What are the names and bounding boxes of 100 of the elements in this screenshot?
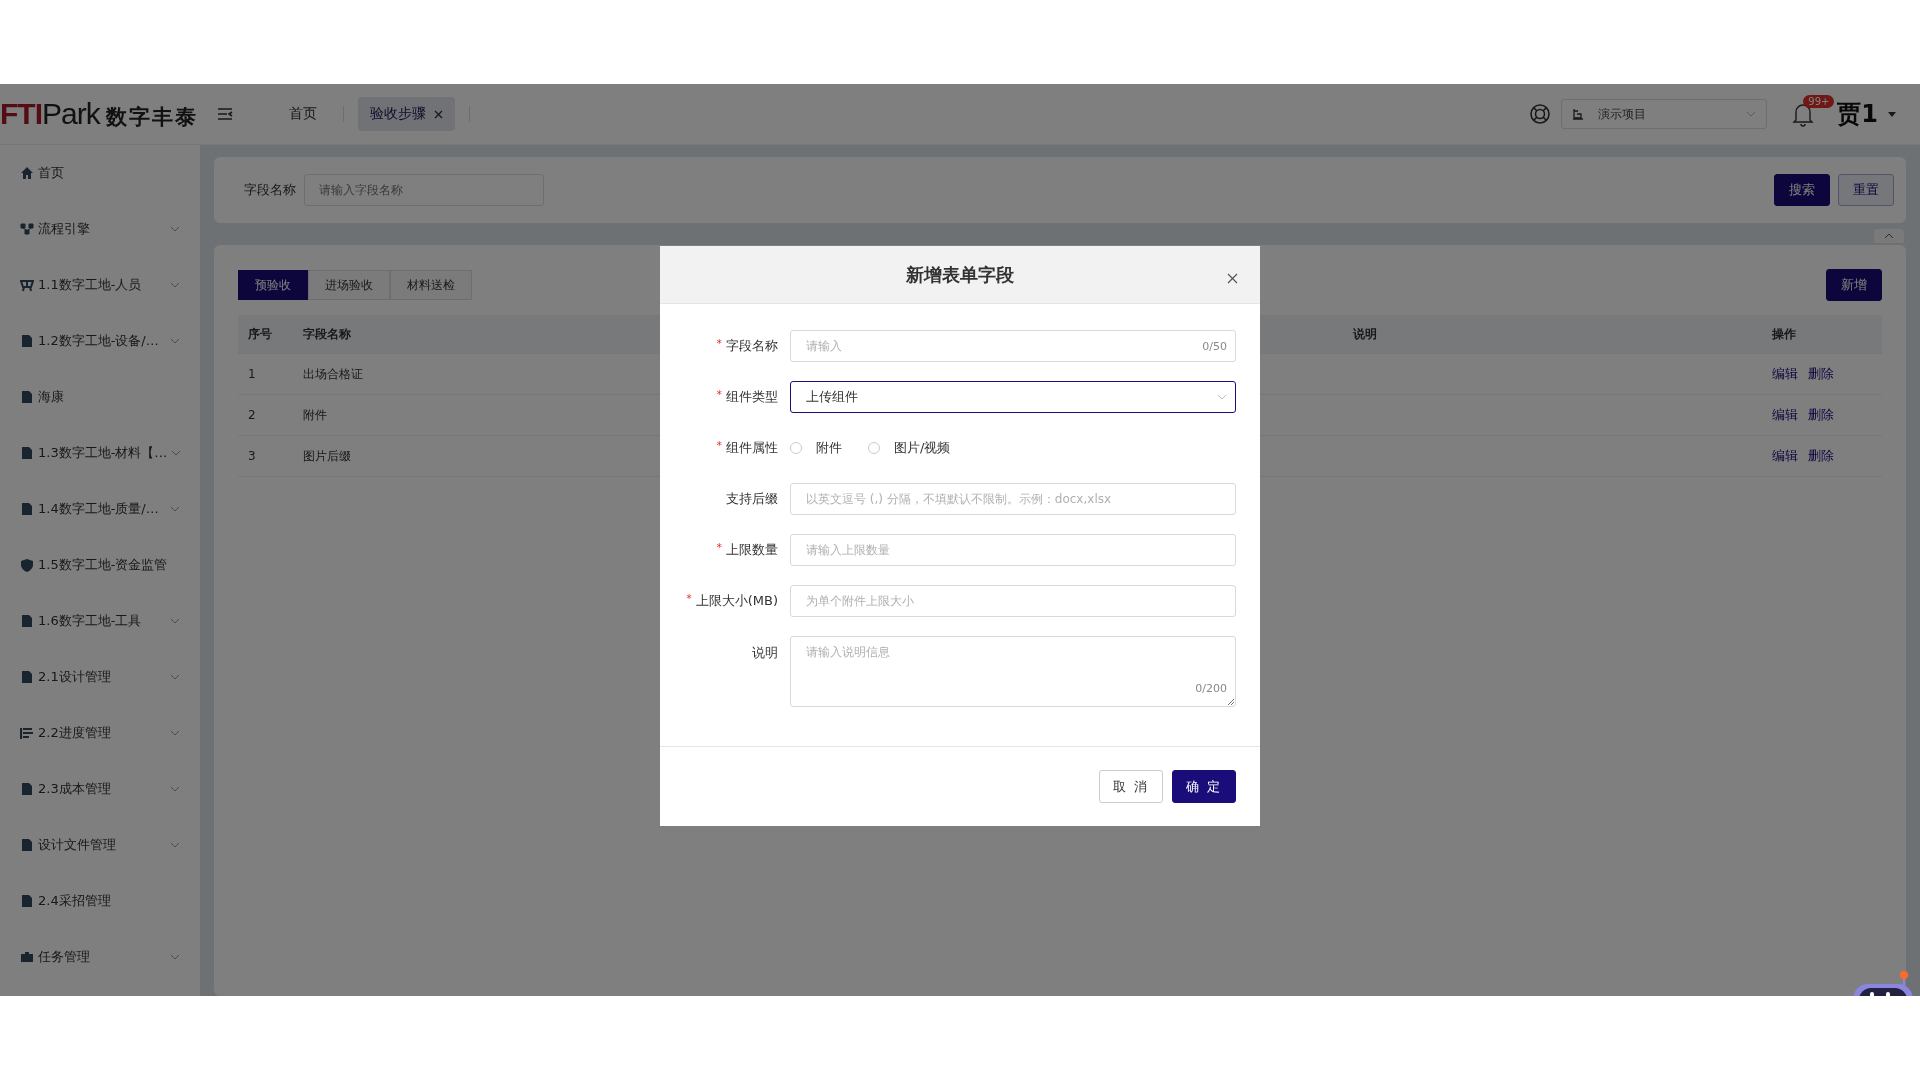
dialog-title: 新增表单字段 — [906, 262, 1014, 287]
radio-option[interactable]: 图片/视频 — [868, 439, 951, 457]
input-field[interactable]: 以英文逗号 (,) 分隔，不填默认不限制。示例：docx,xlsx — [790, 483, 1236, 515]
field-label: 字段名称 — [726, 337, 778, 355]
tab[interactable]: 预验收 — [238, 270, 308, 300]
table-cell: 1 — [248, 367, 256, 381]
sidebar-item[interactable]: 海康 — [0, 369, 200, 425]
sidebar-item[interactable]: 2.1设计管理 — [0, 649, 200, 705]
table-cell: 出场合格证 — [303, 366, 363, 381]
menu-icon[interactable] — [217, 107, 233, 121]
bars-icon — [20, 726, 34, 740]
sidebar-item[interactable]: 1.3数字工地-材料【… — [0, 425, 200, 481]
shield-icon — [20, 558, 34, 572]
column-header: 操作 — [1772, 326, 1796, 341]
chevron-down-icon — [170, 226, 180, 232]
required-mark: * — [716, 388, 722, 403]
cancel-button[interactable]: 取 消 — [1099, 770, 1163, 803]
sidebar-item[interactable]: 任务管理 — [0, 929, 200, 985]
sidebar-item[interactable]: 设计文件管理 — [0, 817, 200, 873]
page-tab[interactable]: 首页 — [277, 97, 329, 131]
required-mark: * — [716, 439, 722, 454]
document-icon — [20, 894, 34, 908]
field-label: 组件类型 — [726, 388, 778, 406]
delete-link[interactable]: 删除 — [1808, 365, 1834, 383]
close-icon[interactable] — [1227, 273, 1238, 284]
chevron-down-icon — [171, 450, 182, 456]
search-field[interactable]: 请输入字段名称 — [304, 174, 544, 206]
delete-link[interactable]: 删除 — [1808, 447, 1834, 465]
project-select[interactable]: 演示项目 — [1561, 99, 1768, 129]
chevron-down-icon — [170, 786, 180, 792]
sidebar-item[interactable]: 1.5数字工地-资金监管 — [0, 537, 200, 593]
chevron-down-icon — [170, 730, 180, 736]
chevron-down-icon — [1746, 111, 1757, 117]
chevron-up-icon — [1884, 233, 1894, 239]
sidebar-item[interactable]: 1.1数字工地-人员 — [0, 257, 200, 313]
document-icon — [20, 670, 34, 684]
sidebar-item[interactable]: 1.2数字工地-设备/… — [0, 313, 200, 369]
home-icon — [20, 166, 34, 180]
chevron-down-icon — [170, 282, 180, 288]
tab[interactable]: 进场验收 — [308, 270, 390, 300]
tab[interactable]: 材料送检 — [390, 270, 472, 300]
edit-link[interactable]: 编辑 — [1772, 406, 1798, 424]
document-icon — [20, 614, 34, 628]
resize-grip-icon[interactable] — [1228, 699, 1234, 705]
logo: FTIPark 数字丰泰 — [0, 97, 199, 131]
document-icon — [20, 446, 34, 460]
reset-button[interactable]: 重置 — [1838, 174, 1894, 206]
required-mark: * — [716, 337, 722, 352]
column-header: 字段名称 — [303, 326, 351, 341]
table-cell: 附件 — [303, 407, 327, 422]
chevron-down-icon — [1217, 394, 1227, 400]
column-header: 说明 — [1353, 326, 1377, 341]
radio-option[interactable]: 附件 — [790, 439, 842, 457]
delete-link[interactable]: 删除 — [1808, 406, 1834, 424]
table-cell: 图片后缀 — [303, 448, 351, 463]
input-field[interactable]: 为单个附件上限大小 — [790, 585, 1236, 617]
sidebar-item[interactable]: 1.4数字工地-质量/… — [0, 481, 200, 537]
add-button[interactable]: 新增 — [1826, 269, 1882, 301]
text-area[interactable]: 请输入说明信息 0/200 — [790, 636, 1236, 707]
sidebar-item[interactable]: 流程引擎 — [0, 201, 200, 257]
field-label: 字段名称 — [244, 181, 296, 199]
table-cell: 2 — [248, 408, 256, 422]
field-label: 说明 — [752, 644, 778, 662]
crane-icon — [1572, 108, 1585, 120]
table-cell: 3 — [248, 449, 256, 463]
briefcase-icon — [20, 950, 34, 964]
chevron-down-icon — [170, 954, 180, 960]
select-field[interactable]: 上传组件 — [790, 381, 1236, 413]
input-field[interactable]: 请输入 0/50 — [790, 330, 1236, 362]
sidebar-item[interactable]: 2.4采招管理 — [0, 873, 200, 929]
confirm-button[interactable]: 确 定 — [1172, 770, 1236, 803]
chevron-down-icon — [170, 338, 180, 344]
chevron-down-icon — [170, 506, 180, 512]
sidebar-item[interactable]: 2.2进度管理 — [0, 705, 200, 761]
character-counter: 0/50 — [1202, 339, 1227, 353]
required-mark: * — [716, 541, 722, 556]
document-icon — [20, 390, 34, 404]
help-icon[interactable] — [1529, 103, 1552, 125]
required-mark: * — [686, 592, 692, 607]
chevron-down-icon — [170, 842, 180, 848]
user-name[interactable]: 贾1 — [1837, 98, 1878, 130]
sidebar-item[interactable]: 首页 — [0, 145, 200, 201]
input-field[interactable]: 请输入上限数量 — [790, 534, 1236, 566]
sidebar-item[interactable]: 1.6数字工地-工具 — [0, 593, 200, 649]
page-tab[interactable]: 验收步骤 — [358, 97, 455, 131]
search-button[interactable]: 搜索 — [1774, 174, 1830, 206]
notification-badge: 99+ — [1803, 95, 1835, 108]
edit-link[interactable]: 编辑 — [1772, 365, 1798, 383]
flow-icon — [20, 222, 34, 236]
field-label: 上限大小(MB) — [695, 592, 778, 610]
document-icon — [20, 502, 34, 516]
document-icon — [20, 782, 34, 796]
edit-link[interactable]: 编辑 — [1772, 447, 1798, 465]
document-icon — [20, 838, 34, 852]
chevron-down-icon — [170, 674, 180, 680]
field-label: 组件属性 — [726, 439, 778, 457]
column-header: 序号 — [248, 326, 272, 341]
close-icon[interactable] — [434, 109, 443, 119]
sidebar-item[interactable]: 2.3成本管理 — [0, 761, 200, 817]
caret-icon[interactable] — [1888, 111, 1896, 117]
